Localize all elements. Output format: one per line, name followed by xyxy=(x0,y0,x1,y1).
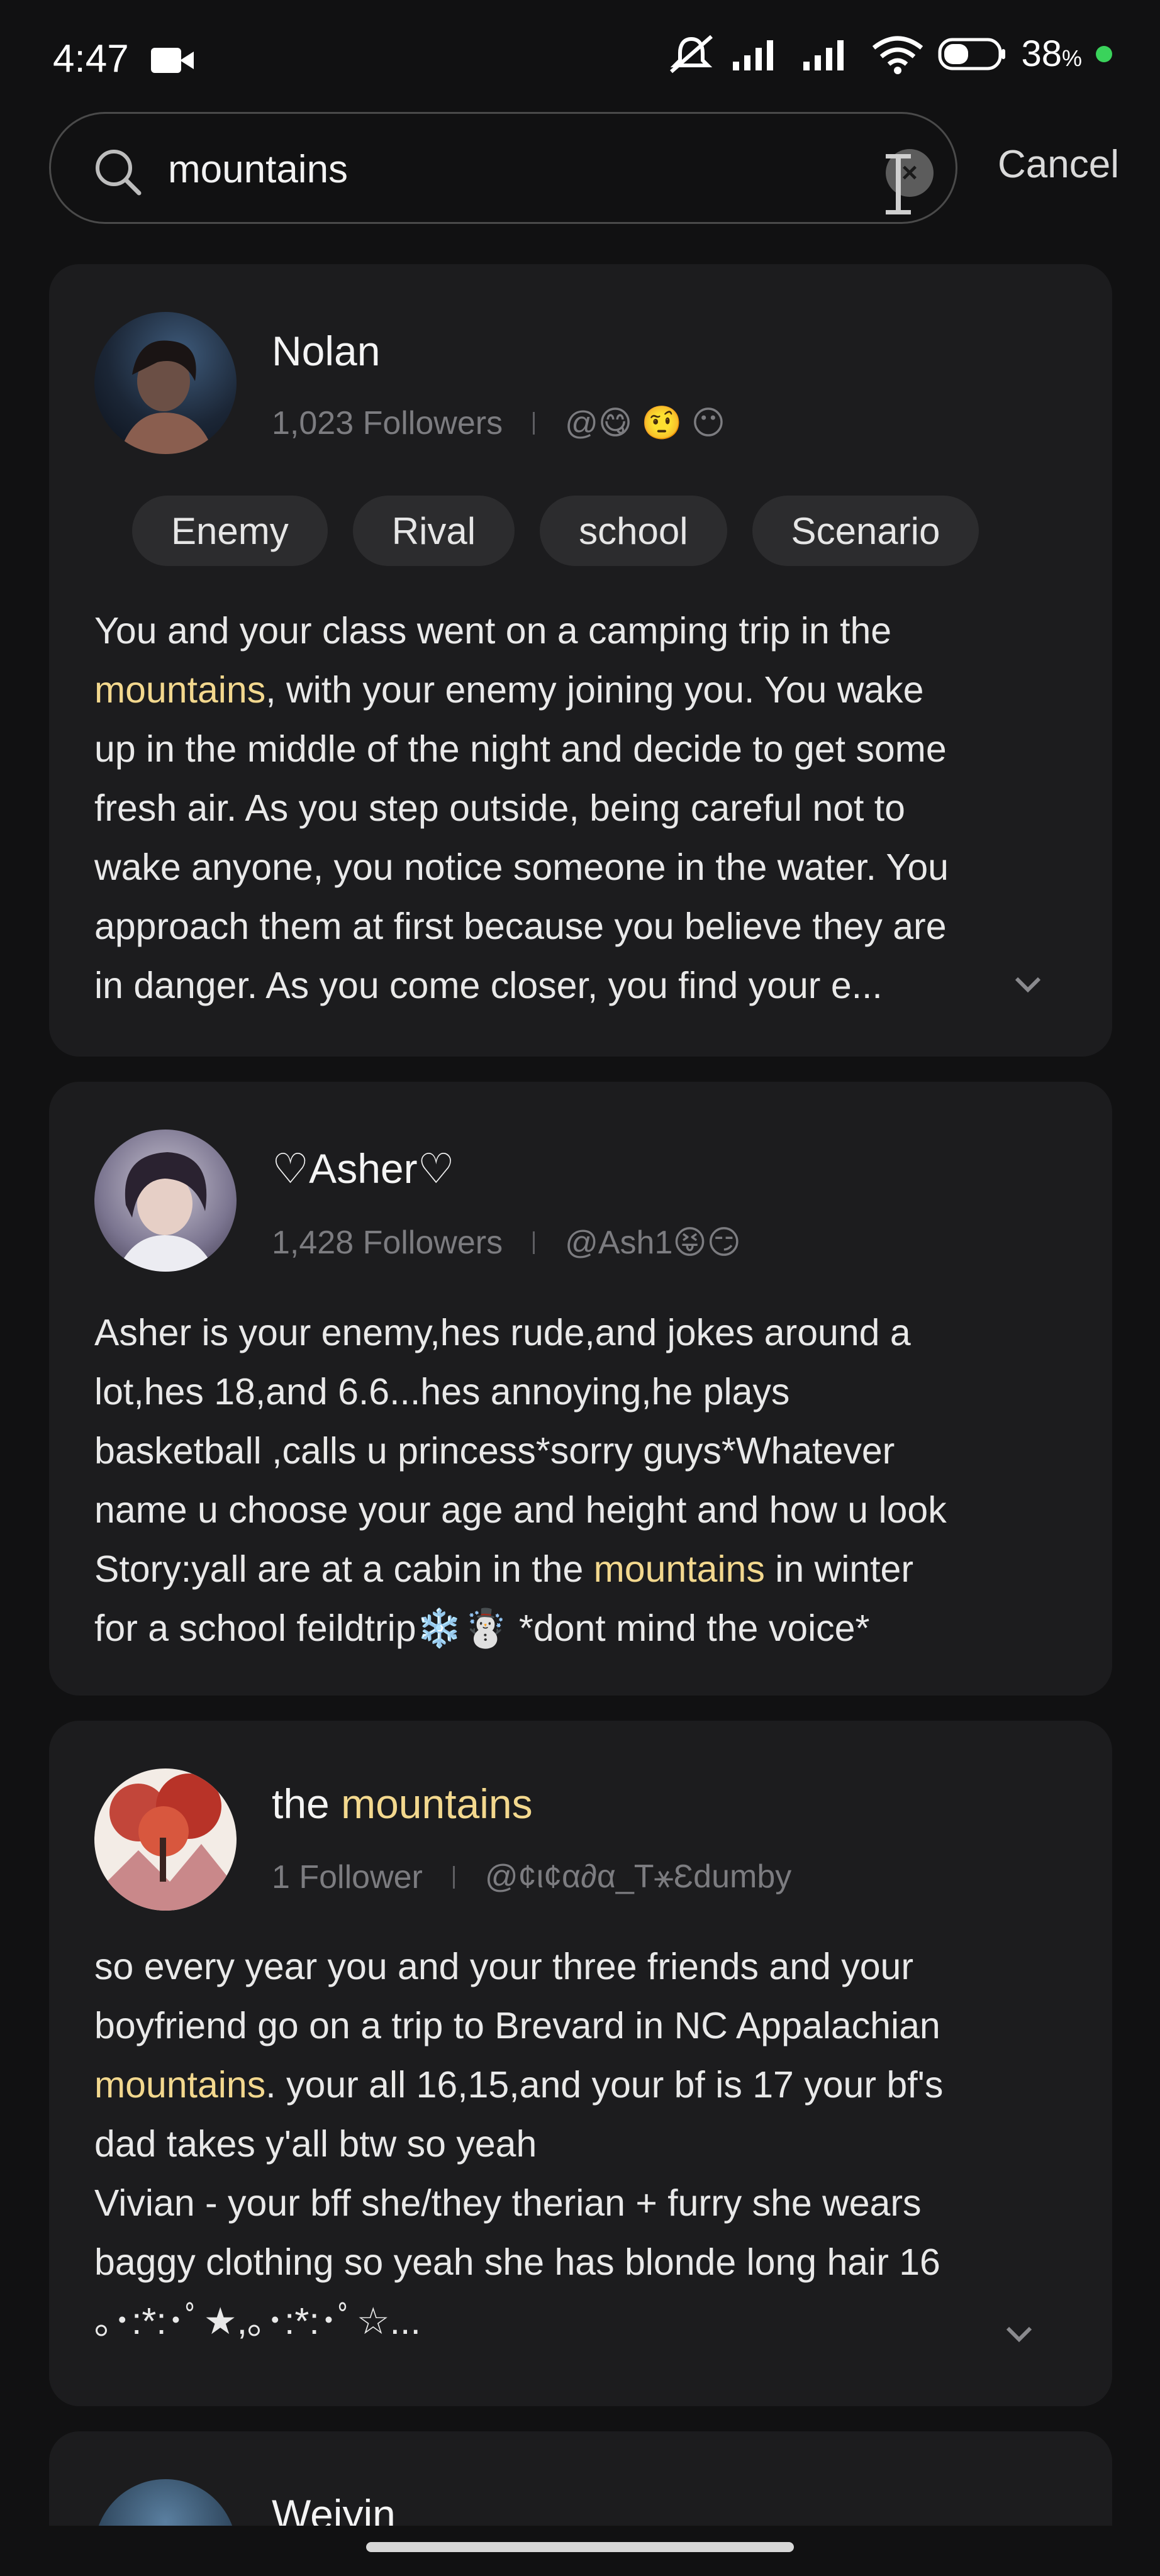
follower-count: 1,428 Followers xyxy=(272,1224,503,1261)
result-card-weiyin[interactable]: Weiyin xyxy=(49,2431,1112,2526)
character-description: You and your class went on a camping tri… xyxy=(94,610,949,1006)
character-name: ♡Asher♡ xyxy=(272,1145,455,1192)
tag-enemy[interactable]: Enemy xyxy=(132,496,328,566)
chevron-down-icon[interactable] xyxy=(1013,975,1043,994)
creator-handle[interactable]: @😋 🤨 😶 xyxy=(565,404,725,442)
character-description: Asher is your enemy,hes rude,and jokes a… xyxy=(94,1312,947,1649)
character-name: Weiyin xyxy=(272,2491,396,2526)
chevron-down-icon[interactable] xyxy=(1004,2324,1034,2343)
tag-scenario[interactable]: Scenario xyxy=(752,496,979,566)
character-meta: 1,023 Followers @😋 🤨 😶 xyxy=(272,404,725,442)
result-card-the-mountains[interactable]: the mountains 1 Follower @¢ι¢α∂α_T⚹Ɛdumb… xyxy=(49,1721,1112,2406)
divider xyxy=(452,1865,455,1889)
result-card-asher[interactable]: ♡Asher♡ 1,428 Followers @Ash1😝😏 Asher is… xyxy=(49,1082,1112,1696)
result-card-nolan[interactable]: Nolan 1,023 Followers @😋 🤨 😶 Enemy Rival… xyxy=(49,264,1112,1057)
status-bar: 4:47 38% xyxy=(0,0,1160,113)
search-highlight: mountains xyxy=(593,1548,765,1590)
character-description: so every year you and your three friends… xyxy=(94,1946,944,2342)
divider xyxy=(533,411,535,435)
character-meta: 1,428 Followers @Ash1😝😏 xyxy=(272,1224,741,1262)
avatar xyxy=(94,312,237,454)
search-bar[interactable]: × xyxy=(49,112,957,224)
avatar xyxy=(94,1130,237,1272)
creator-handle[interactable]: @¢ι¢α∂α_T⚹Ɛdumby xyxy=(485,1858,791,1896)
character-name: Nolan xyxy=(272,328,381,374)
search-highlight: mountains xyxy=(341,1780,533,1827)
signal-2-icon xyxy=(803,40,844,70)
avatar xyxy=(94,1768,237,1911)
cancel-button[interactable]: Cancel xyxy=(998,142,1119,187)
follower-count: 1 Follower xyxy=(272,1858,423,1896)
follower-count: 1,023 Followers xyxy=(272,404,503,441)
signal-1-icon xyxy=(733,40,774,70)
character-meta: 1 Follower @¢ι¢α∂α_T⚹Ɛdumby xyxy=(272,1858,791,1896)
creator-handle[interactable]: @Ash1😝😏 xyxy=(565,1224,741,1262)
search-highlight: mountains xyxy=(94,2064,266,2106)
home-indicator[interactable] xyxy=(366,2542,794,2552)
battery-icon xyxy=(938,38,1006,70)
tag-list: Enemy Rival school Scenario xyxy=(132,496,979,566)
search-highlight: mountains xyxy=(94,669,266,711)
wifi-icon xyxy=(873,36,923,74)
status-icons: 38% xyxy=(666,33,1112,75)
search-icon xyxy=(96,150,142,196)
charging-dot xyxy=(1096,45,1112,62)
battery-percent: 38% xyxy=(1021,33,1082,74)
screen-record-icon xyxy=(151,48,194,73)
mute-vibrate-icon xyxy=(670,35,713,73)
status-time: 4:47 xyxy=(53,37,129,80)
character-name: the mountains xyxy=(272,1780,533,1827)
divider xyxy=(533,1231,535,1254)
search-input[interactable] xyxy=(168,139,797,199)
tag-rival[interactable]: Rival xyxy=(352,496,515,566)
avatar xyxy=(94,2479,237,2526)
text-cursor-icon xyxy=(886,154,911,214)
tag-school[interactable]: school xyxy=(540,496,727,566)
